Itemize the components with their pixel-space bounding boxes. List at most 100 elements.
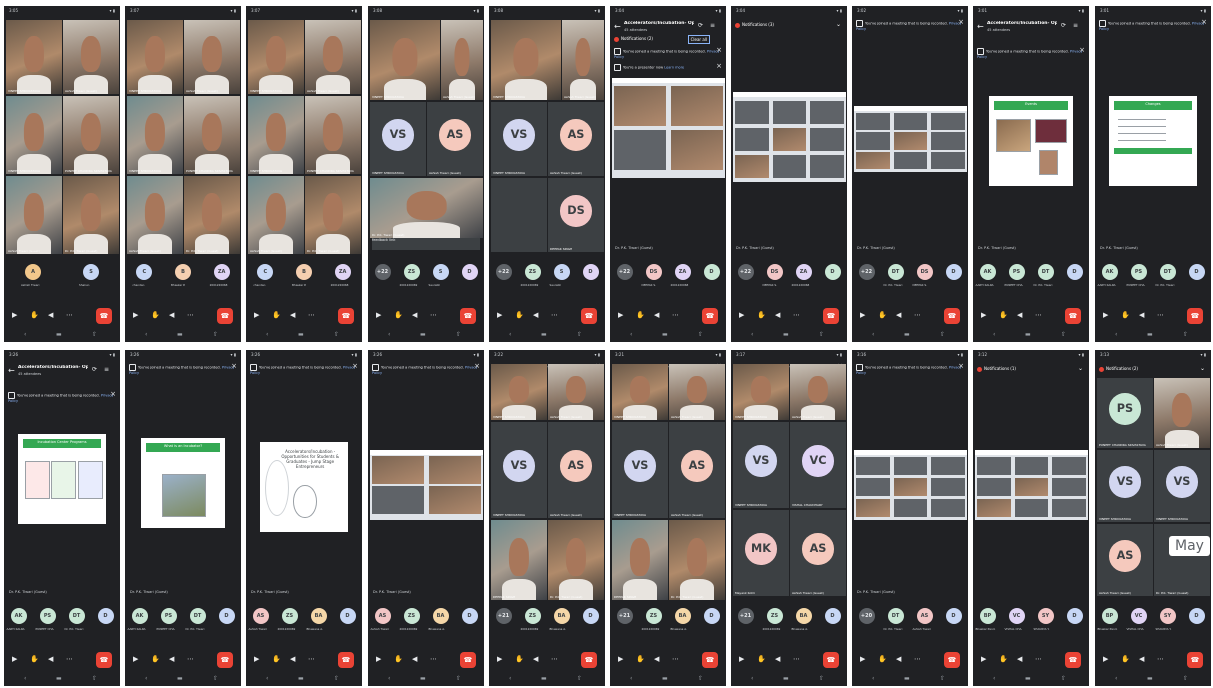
participant-avatar[interactable]: PS (39, 608, 56, 624)
more-options-icon[interactable]: ⋯ (672, 655, 679, 663)
nav-home-icon[interactable]: ▬ (783, 675, 789, 682)
nav-back-icon[interactable]: ‹ (751, 675, 753, 682)
participant-avatar[interactable]: AS (916, 608, 933, 624)
nav-recents-icon[interactable]: ⇧ (92, 675, 97, 682)
hand-raise-icon[interactable]: ✋ (1121, 311, 1130, 319)
close-notice-icon[interactable]: × (716, 47, 722, 54)
nav-recents-icon[interactable]: ⇧ (334, 331, 339, 338)
close-notice-icon[interactable]: × (958, 363, 964, 370)
more-options-icon[interactable]: ⋯ (308, 655, 315, 663)
nav-recents-icon[interactable]: ⇧ (1061, 675, 1066, 682)
nav-recents-icon[interactable]: ⇧ (1183, 331, 1188, 338)
end-call-button[interactable]: ☎ (460, 308, 476, 324)
nav-home-icon[interactable]: ▬ (298, 331, 304, 338)
hand-raise-icon[interactable]: ✋ (272, 311, 281, 319)
participant-avatar[interactable]: ZA (795, 264, 812, 280)
hand-raise-icon[interactable]: ✋ (30, 655, 39, 663)
nav-back-icon[interactable]: ‹ (872, 331, 874, 338)
camera-icon[interactable]: ▶ (133, 311, 138, 319)
participant-avatar[interactable]: DT (68, 608, 85, 624)
participant-avatar[interactable]: ZS (281, 608, 298, 624)
participant-avatar[interactable]: VC (1130, 608, 1147, 624)
nav-home-icon[interactable]: ▬ (783, 331, 789, 338)
end-call-button[interactable]: ☎ (944, 308, 960, 324)
end-call-button[interactable]: ☎ (96, 308, 112, 324)
nav-home-icon[interactable]: ▬ (662, 331, 668, 338)
camera-icon[interactable]: ▶ (254, 311, 259, 319)
expand-chevron-icon[interactable]: ⌄ (836, 20, 841, 30)
speaker-icon[interactable]: ◀ (533, 655, 538, 663)
participant-avatar[interactable]: D (582, 608, 599, 624)
nav-back-icon[interactable]: ‹ (1115, 331, 1117, 338)
nav-recents-icon[interactable]: ⇧ (1183, 675, 1188, 682)
nav-recents-icon[interactable]: ⇧ (698, 331, 703, 338)
end-call-button[interactable]: ☎ (581, 652, 597, 668)
end-call-button[interactable]: ☎ (944, 652, 960, 668)
camera-icon[interactable]: ▶ (618, 311, 623, 319)
info-icon[interactable]: ≡ (710, 22, 715, 29)
more-options-icon[interactable]: ⋯ (551, 655, 558, 663)
back-arrow-icon[interactable]: ← (614, 22, 621, 31)
end-call-button[interactable]: ☎ (1065, 652, 1081, 668)
camera-icon[interactable]: ▶ (12, 655, 17, 663)
participant-avatar[interactable]: +20 (858, 608, 875, 624)
hand-raise-icon[interactable]: ✋ (999, 655, 1008, 663)
more-options-icon[interactable]: ⋯ (430, 655, 437, 663)
speaker-icon[interactable]: ◀ (654, 655, 659, 663)
nav-home-icon[interactable]: ▬ (420, 331, 426, 338)
participant-avatar[interactable]: ZS (524, 608, 541, 624)
participant-avatar[interactable]: DS (766, 264, 783, 280)
speaker-icon[interactable]: ◀ (1017, 311, 1022, 319)
speaker-icon[interactable]: ◀ (1139, 311, 1144, 319)
hand-raise-icon[interactable]: ✋ (151, 655, 160, 663)
close-notice-icon[interactable]: × (474, 363, 480, 370)
participant-avatar[interactable]: B (175, 264, 191, 280)
nav-back-icon[interactable]: ‹ (630, 331, 632, 338)
camera-icon[interactable]: ▶ (860, 655, 865, 663)
more-options-icon[interactable]: ⋯ (793, 311, 800, 319)
participant-avatar[interactable]: D (339, 608, 356, 624)
nav-home-icon[interactable]: ▬ (420, 675, 426, 682)
clear-all-button[interactable]: Clear all (687, 35, 710, 44)
more-options-icon[interactable]: ⋯ (793, 655, 800, 663)
participant-avatar[interactable]: +21 (616, 608, 633, 624)
nav-home-icon[interactable]: ▬ (298, 675, 304, 682)
nav-home-icon[interactable]: ▬ (1025, 675, 1031, 682)
end-call-button[interactable]: ☎ (823, 308, 839, 324)
more-options-icon[interactable]: ⋯ (1157, 311, 1164, 319)
nav-back-icon[interactable]: ‹ (630, 675, 632, 682)
nav-home-icon[interactable]: ▬ (177, 331, 183, 338)
nav-recents-icon[interactable]: ⇧ (213, 331, 218, 338)
participant-avatar[interactable]: ZS (403, 264, 420, 280)
close-notice-icon[interactable]: × (1079, 47, 1085, 54)
participant-avatar[interactable]: D (461, 264, 478, 280)
participant-avatar[interactable]: D (1066, 608, 1083, 624)
nav-back-icon[interactable]: ‹ (145, 331, 147, 338)
learn-more-link[interactable]: Learn more (664, 66, 684, 70)
nav-recents-icon[interactable]: ⇧ (1061, 331, 1066, 338)
nav-recents-icon[interactable]: ⇧ (456, 331, 461, 338)
nav-home-icon[interactable]: ▬ (904, 675, 910, 682)
speaker-icon[interactable]: ◀ (775, 655, 780, 663)
participant-avatar[interactable]: D (97, 608, 114, 624)
nav-recents-icon[interactable]: ⇧ (698, 675, 703, 682)
speaker-icon[interactable]: ◀ (896, 311, 901, 319)
nav-home-icon[interactable]: ▬ (56, 331, 62, 338)
participant-avatar[interactable]: +22 (616, 264, 633, 280)
participant-avatar[interactable]: D (1066, 264, 1083, 280)
nav-recents-icon[interactable]: ⇧ (940, 675, 945, 682)
participant-avatar[interactable]: ZA (334, 264, 351, 280)
camera-icon[interactable]: ▶ (376, 655, 381, 663)
participant-avatar[interactable]: D (824, 264, 841, 280)
nav-back-icon[interactable]: ‹ (509, 331, 511, 338)
nav-home-icon[interactable]: ▬ (541, 675, 547, 682)
hand-raise-icon[interactable]: ✋ (394, 311, 403, 319)
participant-avatar[interactable]: AK (131, 608, 148, 624)
hand-raise-icon[interactable]: ✋ (515, 655, 524, 663)
speaker-icon[interactable]: ◀ (412, 655, 417, 663)
camera-icon[interactable]: ▶ (1103, 655, 1108, 663)
speaker-icon[interactable]: ◀ (412, 311, 417, 319)
participant-avatar[interactable]: SY (1037, 608, 1054, 624)
nav-recents-icon[interactable]: ⇧ (940, 331, 945, 338)
camera-icon[interactable]: ▶ (618, 655, 623, 663)
